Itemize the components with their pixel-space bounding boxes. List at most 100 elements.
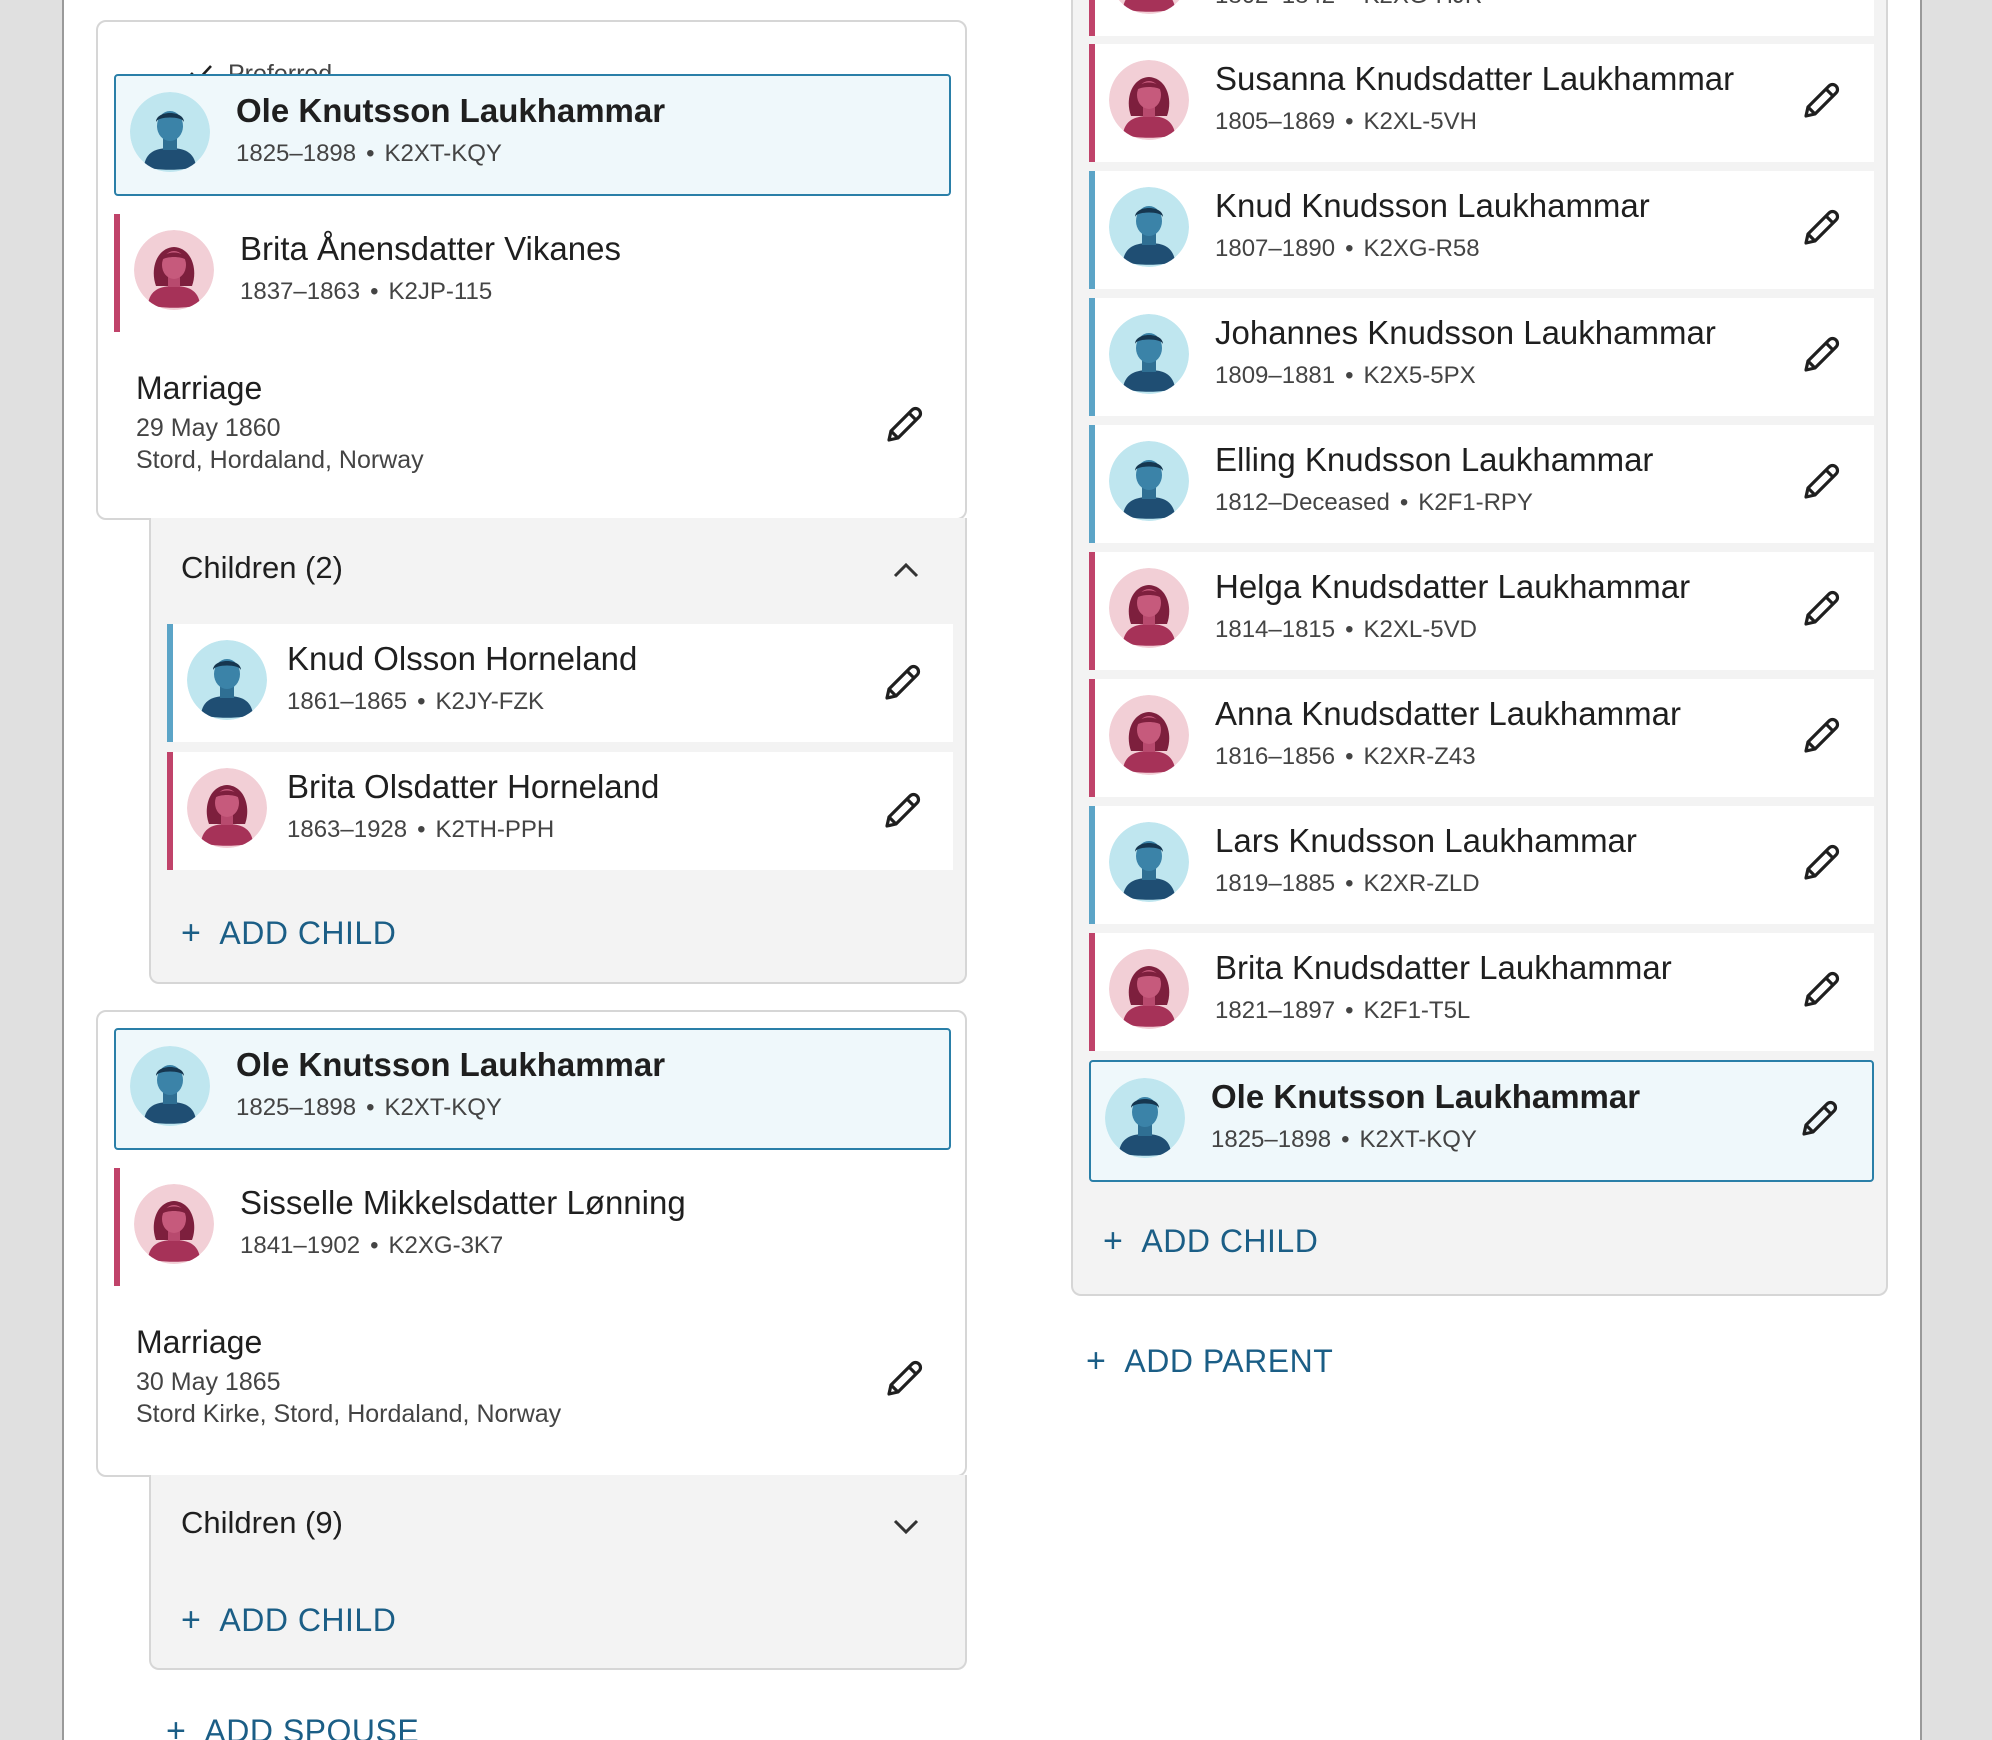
- children-panel-2: Children (9) + ADD CHILD: [149, 1475, 967, 1670]
- children-panel-1: Children (2) Knud Olsson Horneland 1861–…: [149, 518, 967, 984]
- male-avatar-icon: [1109, 187, 1189, 267]
- person-name[interactable]: Susanna Knudsdatter Laukhammar: [1215, 58, 1734, 100]
- person-dates: 1837–1863: [240, 278, 361, 305]
- edit-marriage-button[interactable]: [881, 1356, 927, 1402]
- edit-sibling-button[interactable]: [1798, 967, 1844, 1013]
- marriage-place: Stord, Hordaland, Norway: [136, 446, 424, 474]
- edit-sibling-button[interactable]: [1798, 332, 1844, 378]
- person-name[interactable]: Brita Knudsdatter Laukhammar: [1215, 947, 1672, 989]
- edit-sibling-button[interactable]: [1798, 586, 1844, 632]
- person-dates: 1807–1890: [1215, 235, 1336, 262]
- children-header[interactable]: Children (9): [181, 1505, 343, 1541]
- female-avatar-icon: [187, 768, 267, 848]
- female-avatar-icon: [134, 1184, 214, 1264]
- person-dates: 1816–1856: [1215, 743, 1336, 770]
- edit-sibling-button[interactable]: [1798, 840, 1844, 886]
- edit-marriage-button[interactable]: [881, 402, 927, 448]
- add-spouse-button[interactable]: + ADD SPOUSE: [166, 1712, 419, 1740]
- edit-sibling-button[interactable]: [1798, 459, 1844, 505]
- female-avatar-icon: [1109, 695, 1189, 775]
- edit-sibling-button[interactable]: [1798, 78, 1844, 124]
- sibling-row[interactable]: Knud Knudsson Laukhammar 1807–1890 • K2XG-R…: [1089, 171, 1874, 289]
- person-id: K2F1-RPY: [1418, 489, 1533, 516]
- person-dates: 1819–1885: [1215, 870, 1336, 897]
- female-avatar-icon: [1109, 0, 1189, 14]
- husband-row[interactable]: Ole Knutsson Laukhammar 1825–1898 • K2XT-K…: [114, 1028, 951, 1150]
- children-header[interactable]: Children (2): [181, 550, 343, 586]
- add-child-button[interactable]: + ADD CHILD: [1103, 1222, 1318, 1261]
- child-row[interactable]: Brita Olsdatter Horneland 1863–1928 • K2TH…: [167, 752, 953, 870]
- sibling-row[interactable]: Susanna Knudsdatter Laukhammar 1805–1869 •…: [1089, 44, 1874, 162]
- edit-child-button[interactable]: [879, 660, 925, 706]
- marriage-title: Marriage: [136, 370, 263, 406]
- person-name[interactable]: Ole Knutsson Laukhammar: [236, 90, 665, 132]
- person-dates: 1812–Deceased: [1215, 489, 1390, 516]
- child-row[interactable]: Knud Olsson Horneland 1861–1865 • K2JY-FZK: [167, 624, 953, 742]
- sibling-row[interactable]: Brita Knudsdatter Laukhammar 1821–1897 • K2…: [1089, 933, 1874, 1051]
- person-name[interactable]: Ole Knutsson Laukhammar: [1211, 1076, 1640, 1118]
- person-name[interactable]: Johannes Knudsson Laukhammar: [1215, 312, 1716, 354]
- pencil-icon: [881, 1356, 927, 1402]
- add-parent-button[interactable]: + ADD PARENT: [1086, 1342, 1333, 1381]
- person-id: K2XT-KQY: [384, 1094, 502, 1121]
- person-name[interactable]: Knud Olsson Horneland: [287, 638, 637, 680]
- sibling-row[interactable]: Ole Knutsson Laukhammar 1825–1898 • K2XT-KQ…: [1089, 1060, 1874, 1182]
- wife-row[interactable]: Brita Ånensdatter Vikanes 1837–1863 • K2JP…: [114, 214, 951, 332]
- person-id: K2XT-KQY: [384, 140, 502, 167]
- sibling-row[interactable]: Johannes Knudsson Laukhammar 1809–1881 • K2…: [1089, 298, 1874, 416]
- person-dates: 1825–1898: [236, 1094, 357, 1121]
- husband-row[interactable]: Ole Knutsson Laukhammar 1825–1898 • K2XT-K…: [114, 74, 951, 196]
- pencil-icon: [881, 402, 927, 448]
- person-name[interactable]: Knud Knudsson Laukhammar: [1215, 185, 1650, 227]
- chevron-down-icon[interactable]: [889, 1509, 923, 1543]
- edit-sibling-button[interactable]: [1798, 713, 1844, 759]
- person-dates: 1814–1815: [1215, 616, 1336, 643]
- person-dates: 1825–1898: [1211, 1126, 1332, 1153]
- sibling-row-partial[interactable]: 1802–1842•K2XG-HJR: [1089, 0, 1874, 36]
- person-id: K2XG-HJR: [1364, 0, 1483, 9]
- pencil-icon: [1798, 840, 1844, 886]
- sibling-row[interactable]: Helga Knudsdatter Laukhammar 1814–1815 • K2…: [1089, 552, 1874, 670]
- pencil-icon: [879, 788, 925, 834]
- person-id: K2TH-PPH: [435, 816, 555, 843]
- person-name[interactable]: Sisselle Mikkelsdatter Lønning: [240, 1182, 686, 1224]
- pencil-icon: [1798, 332, 1844, 378]
- plus-icon: +: [1103, 1222, 1124, 1260]
- person-id: K2XT-KQY: [1359, 1126, 1477, 1153]
- person-dates: 1825–1898: [236, 140, 357, 167]
- edit-sibling-button[interactable]: [1798, 205, 1844, 251]
- sibling-row[interactable]: Anna Knudsdatter Laukhammar 1816–1856 • K2X…: [1089, 679, 1874, 797]
- person-id: K2XL-5VD: [1363, 616, 1477, 643]
- person-id: K2XG-3K7: [388, 1232, 504, 1259]
- wife-row[interactable]: Sisselle Mikkelsdatter Lønning 1841–1902…: [114, 1168, 951, 1286]
- pencil-icon: [1796, 1096, 1842, 1142]
- person-id: K2F1-T5L: [1363, 997, 1471, 1024]
- person-name[interactable]: Brita Ånensdatter Vikanes: [240, 228, 621, 270]
- male-avatar-icon: [1109, 441, 1189, 521]
- male-avatar-icon: [130, 1046, 210, 1126]
- add-child-button[interactable]: + ADD CHILD: [181, 914, 396, 953]
- person-name[interactable]: Ole Knutsson Laukhammar: [236, 1044, 665, 1086]
- person-dates: 1809–1881: [1215, 362, 1336, 389]
- family-card-1: Preferred Ole Knutsson Laukhammar 1825–1…: [96, 20, 967, 520]
- person-name[interactable]: Lars Knudsson Laukhammar: [1215, 820, 1637, 862]
- sibling-row[interactable]: Lars Knudsson Laukhammar 1819–1885 • K2XR-Z…: [1089, 806, 1874, 924]
- chevron-up-icon[interactable]: [889, 554, 923, 588]
- sibling-row[interactable]: Elling Knudsson Laukhammar 1812–Deceased •…: [1089, 425, 1874, 543]
- person-dates: 1821–1897: [1215, 997, 1336, 1024]
- plus-icon: +: [166, 1712, 187, 1740]
- person-name[interactable]: Anna Knudsdatter Laukhammar: [1215, 693, 1681, 735]
- add-child-button[interactable]: + ADD CHILD: [181, 1601, 396, 1640]
- female-avatar-icon: [134, 230, 214, 310]
- female-avatar-icon: [1109, 60, 1189, 140]
- male-avatar-icon: [187, 640, 267, 720]
- pencil-icon: [879, 660, 925, 706]
- marriage-date: 30 May 1865: [136, 1368, 281, 1396]
- plus-icon: +: [181, 1601, 202, 1639]
- person-name[interactable]: Brita Olsdatter Horneland: [287, 766, 659, 808]
- pencil-icon: [1798, 459, 1844, 505]
- edit-sibling-button[interactable]: [1796, 1096, 1842, 1142]
- edit-child-button[interactable]: [879, 788, 925, 834]
- person-name[interactable]: Elling Knudsson Laukhammar: [1215, 439, 1653, 481]
- person-name[interactable]: Helga Knudsdatter Laukhammar: [1215, 566, 1690, 608]
